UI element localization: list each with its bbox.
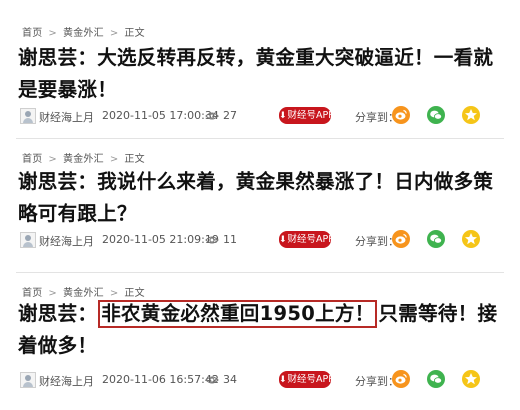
download-icon: ⬇ (279, 235, 287, 245)
qzone-icon[interactable] (462, 370, 480, 388)
highlighted-title-phrase: 非农黄金必然重回1950上方！ (98, 300, 378, 328)
weibo-icon[interactable] (392, 230, 410, 248)
eye-icon (205, 376, 219, 384)
author-name[interactable]: 财经海上月 (39, 373, 94, 389)
author-name[interactable]: 财经海上月 (39, 233, 94, 249)
breadcrumb-separator: > (109, 154, 119, 165)
article-title: 谢思芸：我说什么来着，黄金果然暴涨了！日内做多策略可有跟上？ (18, 166, 508, 230)
article-meta: 财经海上月 2020-11-05 21:09:19 11 ⬇财经号APP 分享到… (20, 230, 500, 250)
breadcrumb-category[interactable]: 黄金外汇 (63, 28, 104, 39)
divider (16, 272, 504, 273)
weibo-icon[interactable] (392, 106, 410, 124)
app-download-button[interactable]: ⬇财经号APP (279, 107, 335, 124)
publish-datetime: 2020-11-05 17:00:34 (102, 109, 219, 122)
qzone-icon[interactable] (462, 106, 480, 124)
breadcrumb-separator: > (48, 28, 57, 39)
publish-datetime: 2020-11-05 21:09:19 (102, 233, 219, 246)
weibo-icon[interactable] (392, 370, 410, 388)
wechat-icon[interactable] (427, 106, 445, 124)
breadcrumb-home[interactable]: 首页 (22, 28, 42, 39)
article-meta: 财经海上月 2020-11-05 17:00:34 27 ⬇财经号APP 分享到… (20, 106, 500, 126)
breadcrumb-separator: > (109, 28, 119, 39)
view-count: 27 (223, 109, 237, 122)
avatar-icon (20, 232, 36, 248)
download-icon: ⬇ (279, 375, 287, 385)
author-name[interactable]: 财经海上月 (39, 109, 94, 125)
wechat-icon[interactable] (427, 370, 445, 388)
breadcrumb: 首页 > 黄金外汇 > 正文 (22, 284, 145, 299)
avatar-icon (20, 372, 36, 388)
publish-datetime: 2020-11-06 16:57:42 (102, 373, 219, 386)
breadcrumb-category[interactable]: 黄金外汇 (63, 154, 104, 165)
breadcrumb-current: 正文 (124, 154, 145, 165)
breadcrumb-home[interactable]: 首页 (22, 154, 42, 165)
app-button-label: 财经号APP (287, 234, 335, 245)
breadcrumb-separator: > (48, 154, 57, 165)
avatar-icon (20, 108, 36, 124)
eye-icon (205, 112, 219, 120)
article-title: 谢思芸： 非农黄金必然重回1950上方！ 只需等待！接着做多！ (18, 298, 508, 362)
breadcrumb: 首页 > 黄金外汇 > 正文 (22, 150, 145, 165)
breadcrumb: 首页 > 黄金外汇 > 正文 (22, 24, 145, 39)
article-title: 谢思芸：大选反转再反转，黄金重大突破逼近！一看就是要暴涨！ (18, 42, 508, 106)
title-text: 谢思芸：大选反转再反转，黄金重大突破逼近！一看就是要暴涨！ (18, 46, 494, 101)
title-text: 谢思芸：我说什么来着，黄金果然暴涨了！日内做多策略可有跟上？ (18, 170, 494, 225)
wechat-icon[interactable] (427, 230, 445, 248)
download-icon: ⬇ (279, 111, 287, 121)
qzone-icon[interactable] (462, 230, 480, 248)
app-button-label: 财经号APP (287, 374, 335, 385)
title-text: 谢思芸： (18, 302, 98, 325)
app-download-button[interactable]: ⬇财经号APP (279, 231, 335, 248)
view-count: 11 (223, 233, 237, 246)
divider (16, 138, 504, 139)
view-count: 34 (223, 373, 237, 386)
app-button-label: 财经号APP (287, 110, 335, 121)
article-meta: 财经海上月 2020-11-06 16:57:42 34 ⬇财经号APP 分享到… (20, 370, 500, 390)
eye-icon (205, 236, 219, 244)
app-download-button[interactable]: ⬇财经号APP (279, 371, 335, 388)
breadcrumb-current: 正文 (124, 28, 145, 39)
